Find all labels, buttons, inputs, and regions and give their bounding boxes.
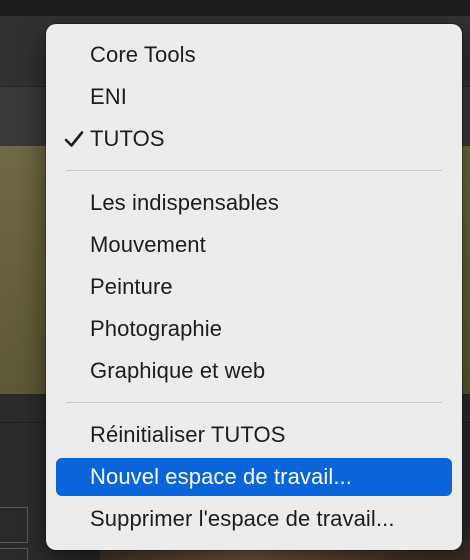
menu-separator <box>66 402 442 403</box>
checkmark-icon <box>64 120 84 158</box>
menu-item-supprimer-espace[interactable]: Supprimer l'espace de travail... <box>56 500 452 538</box>
menu-item-core-tools[interactable]: Core Tools <box>56 36 452 74</box>
menu-item-mouvement[interactable]: Mouvement <box>56 226 452 264</box>
menu-item-nouvel-espace[interactable]: Nouvel espace de travail... <box>56 458 452 496</box>
menu-item-reinitialiser[interactable]: Réinitialiser TUTOS <box>56 416 452 454</box>
menu-item-label: Peinture <box>90 274 173 299</box>
color-swatch[interactable] <box>0 507 28 543</box>
menu-item-label: Photographie <box>90 316 223 341</box>
menu-item-label: Mouvement <box>90 232 206 257</box>
menu-item-photographie[interactable]: Photographie <box>56 310 452 348</box>
menu-item-label: TUTOS <box>90 126 165 151</box>
menu-item-graphique-et-web[interactable]: Graphique et web <box>56 352 452 390</box>
menu-item-label: Supprimer l'espace de travail... <box>90 506 395 531</box>
menu-item-tutos[interactable]: TUTOS <box>56 120 452 158</box>
menu-item-les-indispensables[interactable]: Les indispensables <box>56 184 452 222</box>
menu-item-label: ENI <box>90 84 127 109</box>
app-top-bar <box>0 0 470 16</box>
menu-item-label: Les indispensables <box>90 190 279 215</box>
menu-item-peinture[interactable]: Peinture <box>56 268 452 306</box>
menu-separator <box>66 170 442 171</box>
menu-item-label: Graphique et web <box>90 358 266 383</box>
menu-item-eni[interactable]: ENI <box>56 78 452 116</box>
color-swatch-secondary[interactable] <box>0 548 28 560</box>
menu-item-label: Nouvel espace de travail... <box>90 464 352 489</box>
workspace-menu: Core Tools ENI TUTOS Les indispensables … <box>46 24 462 550</box>
menu-item-label: Réinitialiser TUTOS <box>90 422 286 447</box>
menu-item-label: Core Tools <box>90 42 196 67</box>
